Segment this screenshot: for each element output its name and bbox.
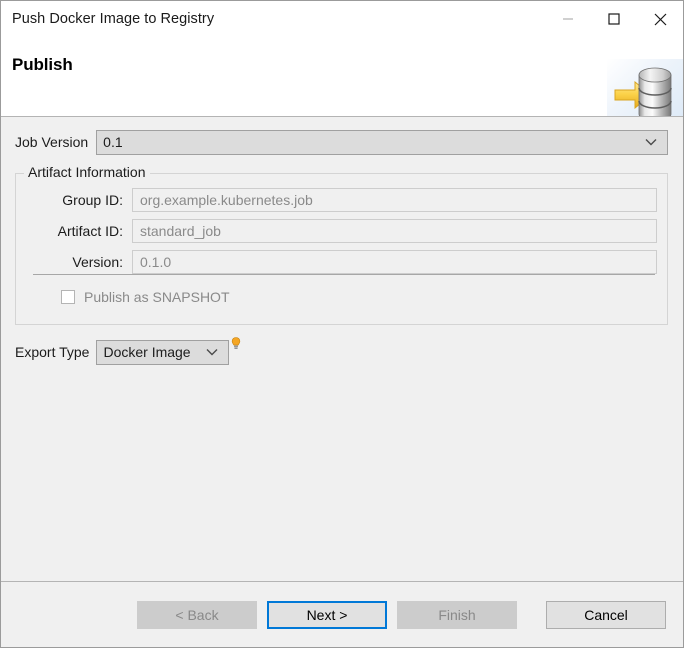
group-id-label: Group ID: (16, 192, 132, 208)
dialog-header: Publish (1, 37, 683, 117)
back-button[interactable]: < Back (137, 601, 257, 629)
version-value: 0.1.0 (133, 254, 171, 270)
export-type-row: Export Type Docker Image (1, 339, 241, 365)
artifact-information-title: Artifact Information (24, 164, 150, 180)
publish-snapshot-checkbox[interactable] (61, 290, 75, 304)
group-id-value: org.example.kubernetes.job (133, 192, 313, 208)
group-id-row: Group ID: org.example.kubernetes.job (16, 187, 667, 212)
artifact-id-value: standard_job (133, 223, 221, 239)
version-label: Version: (16, 254, 132, 270)
dialog-footer: < Back Next > Finish Cancel (1, 581, 683, 647)
next-button[interactable]: Next > (267, 601, 387, 629)
job-version-row: Job Version 0.1 (1, 129, 684, 155)
group-separator (33, 274, 655, 275)
maximize-button[interactable] (591, 2, 637, 36)
export-type-select[interactable]: Docker Image (96, 340, 229, 365)
chevron-down-icon (206, 348, 218, 356)
close-button[interactable] (637, 2, 683, 36)
job-version-value: 0.1 (97, 134, 122, 150)
group-id-input[interactable]: org.example.kubernetes.job (132, 188, 657, 212)
publish-snapshot-label: Publish as SNAPSHOT (75, 289, 230, 305)
artifact-information-group: Artifact Information Group ID: org.examp… (15, 173, 668, 325)
cancel-button[interactable]: Cancel (546, 601, 666, 629)
version-input[interactable]: 0.1.0 (132, 250, 657, 274)
export-type-value: Docker Image (97, 344, 190, 360)
artifact-id-input[interactable]: standard_job (132, 219, 657, 243)
export-type-label: Export Type (1, 344, 96, 360)
job-version-label: Job Version (1, 134, 96, 150)
lightbulb-icon[interactable] (231, 337, 241, 351)
job-version-select[interactable]: 0.1 (96, 130, 668, 155)
page-title: Publish (12, 55, 73, 75)
push-to-database-icon (607, 59, 683, 117)
artifact-id-label: Artifact ID: (16, 223, 132, 239)
publish-snapshot-row[interactable]: Publish as SNAPSHOT (16, 285, 667, 309)
minimize-button[interactable] (545, 2, 591, 36)
minimize-icon (562, 13, 574, 25)
title-bar: Push Docker Image to Registry (1, 1, 683, 37)
version-row: Version: 0.1.0 (16, 249, 667, 274)
artifact-id-row: Artifact ID: standard_job (16, 218, 667, 243)
chevron-down-icon (645, 138, 657, 146)
finish-button[interactable]: Finish (397, 601, 517, 629)
dialog-body: Job Version 0.1 Artifact Information Gro… (1, 117, 683, 581)
window-title: Push Docker Image to Registry (1, 11, 214, 27)
close-icon (654, 13, 667, 26)
maximize-icon (608, 13, 620, 25)
publish-dialog: Push Docker Image to Registry Publish (0, 0, 684, 648)
